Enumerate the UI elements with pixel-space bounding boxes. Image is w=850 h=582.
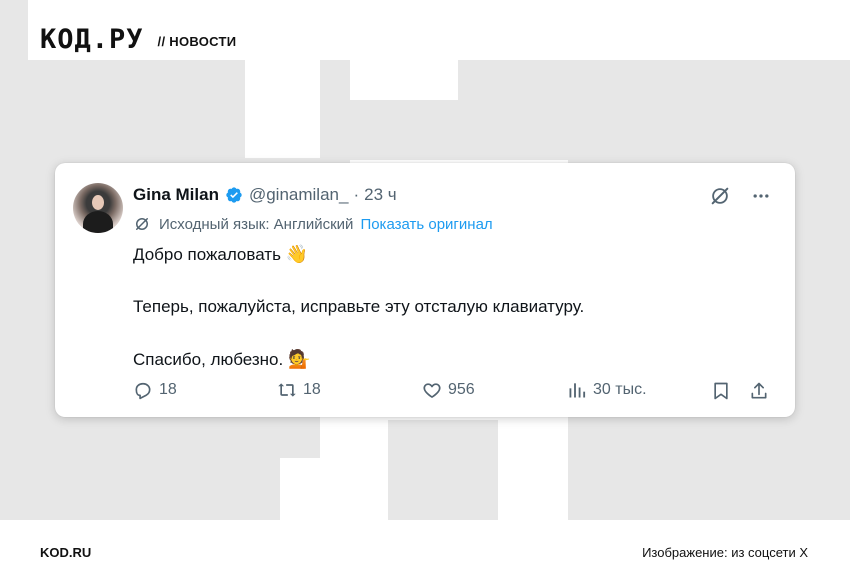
bookmark-icon[interactable] [711,380,731,402]
tweet-line-2: Теперь, пожалуйста, исправьте эту отстал… [133,297,585,316]
reply-button[interactable]: 18 [133,380,177,400]
author-handle[interactable]: @ginamilan_ [249,185,348,205]
separator-dot: · [353,185,360,204]
waving-hand-emoji: 👋 [285,244,309,264]
reply-count: 18 [159,381,177,398]
tweet-time[interactable]: 23 ч [364,185,397,205]
translation-row: Исходный язык: Английский Показать ориги… [133,215,493,233]
author-avatar[interactable] [73,183,123,233]
section-label[interactable]: // НОВОСТИ [158,34,237,53]
tweet-header: Gina Milan @ginamilan_ · 23 ч [133,185,397,205]
tweet-body: Добро пожаловать 👋 Теперь, пожалуйста, и… [133,242,584,400]
tweet-line-3: Спасибо, любезно. 💁 [133,349,311,369]
like-button[interactable]: 956 [422,380,475,400]
share-icon[interactable] [749,380,769,402]
footer-site[interactable]: KOD.RU [40,545,91,560]
show-original-link[interactable]: Показать оригинал [360,216,492,233]
reply-icon [135,382,151,400]
site-header: КОД.РУ // НОВОСТИ [40,26,236,53]
like-count: 956 [448,381,475,398]
tweet-stats: 18 18 956 30 тыс. [133,380,773,402]
translation-note: Исходный язык: Английский [159,215,354,233]
more-icon[interactable] [751,186,771,206]
footer-credit: Изображение: из соцсети X [642,545,808,560]
site-logo[interactable]: КОД.РУ [40,26,144,53]
retweet-button[interactable]: 18 [277,380,321,400]
grok-icon[interactable] [709,185,731,207]
view-count: 30 тыс. [593,381,647,398]
views-icon [569,383,586,398]
retweet-count: 18 [303,381,321,398]
views-button[interactable]: 30 тыс. [567,380,647,400]
verified-badge-icon [226,187,242,203]
tweet-line-1: Добро пожаловать 👋 [133,244,309,264]
tweet-card: Gina Milan @ginamilan_ · 23 ч Исходный я… [55,163,795,417]
author-name[interactable]: Gina Milan [133,185,219,205]
tweet-top-actions [709,185,771,207]
retweet-icon [278,383,296,397]
translate-icon [136,218,148,230]
person-tipping-hand-emoji: 💁 [287,349,311,369]
like-icon [423,383,441,398]
